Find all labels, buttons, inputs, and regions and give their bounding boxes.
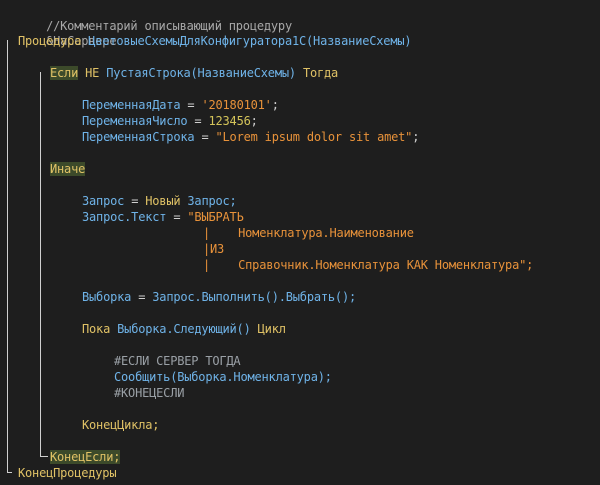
end-if-keyword: КонецЕсли; xyxy=(50,450,121,464)
end-loop-keyword: КонецЦикла; xyxy=(82,418,160,432)
query-string: |ИЗ xyxy=(203,242,225,256)
variable-name: Запрос xyxy=(82,194,125,208)
variable-name: ПеременнаяСтрока xyxy=(82,130,195,144)
while-keyword: Пока xyxy=(82,322,111,336)
variable-name: ПеременнаяДата xyxy=(82,98,181,112)
code-line: Запрос = Новый Запрос; xyxy=(82,193,237,209)
code-line: | Номенклатура.Наименование xyxy=(203,225,414,241)
if-keyword: Если xyxy=(50,66,79,80)
code-line: |ИЗ xyxy=(203,241,224,257)
code-line: Запрос.Текст = "ВЫБРАТЬ xyxy=(82,209,244,225)
function-name: ПустаяСтрока xyxy=(106,66,191,80)
property-access: Запрос.Текст xyxy=(82,210,167,224)
number-literal: 123456 xyxy=(208,114,251,128)
fold-guide-line xyxy=(7,40,8,473)
assign-operator: = xyxy=(173,210,181,224)
query-string: | Номенклатура.Наименование xyxy=(203,226,414,240)
else-keyword: Иначе xyxy=(50,162,86,176)
query-string: "ВЫБРАТЬ xyxy=(187,210,244,224)
code-line: Если НЕ ПустаяСтрока(НазваниеСхемы) Тогд… xyxy=(50,65,338,81)
fold-guide-line xyxy=(40,72,41,457)
method-call: Запрос.Выполнить().Выбрать(); xyxy=(152,290,356,304)
fold-guide-end xyxy=(7,472,12,473)
not-keyword: НЕ xyxy=(85,66,100,80)
semicolon: ; xyxy=(412,130,420,144)
new-keyword: Новый xyxy=(145,194,181,208)
assign-operator: = xyxy=(131,194,139,208)
code-line: ПеременнаяСтрока = "Lorem ipsum dolor si… xyxy=(82,129,419,145)
code-line: Выборка = Запрос.Выполнить().Выбрать(); xyxy=(82,289,356,305)
code-line: #КОНЕЦЕСЛИ xyxy=(114,385,184,401)
assign-operator: = xyxy=(138,290,146,304)
code-line: Иначе xyxy=(50,161,85,177)
end-procedure-keyword: КонецПроцедуры xyxy=(18,466,117,480)
code-line: Процедура ЦветовыеСхемыДляКонфигуратора1… xyxy=(18,33,412,49)
code-editor[interactable]: //Комментарий описывающий процедуру &НаС… xyxy=(0,0,600,485)
procedure-name: ЦветовыеСхемыДляКонфигуратора1С xyxy=(88,34,307,48)
assign-operator: = xyxy=(187,98,195,112)
assign-operator: = xyxy=(194,114,202,128)
fold-guide-end xyxy=(40,456,48,457)
preprocessor-directive: #КОНЕЦЕСЛИ xyxy=(114,386,185,400)
preprocessor-directive: #ЕСЛИ СЕРВЕР ТОГДА xyxy=(114,354,241,368)
code-line: #ЕСЛИ СЕРВЕР ТОГДА xyxy=(114,353,241,369)
code-line: //Комментарий описывающий процедуру xyxy=(18,2,292,33)
procedure-params: (НазваниеСхемы) xyxy=(306,34,412,48)
code-line: Сообщить(Выборка.Номенклатура); xyxy=(114,369,332,385)
code-line: &НаСервере xyxy=(18,17,116,48)
string-literal: "Lorem ipsum dolor sit amet" xyxy=(215,130,413,144)
loop-condition: Выборка.Следующий() xyxy=(117,322,251,336)
code-line: ПеременнаяДата = '20180101'; xyxy=(82,97,279,113)
semicolon: ; xyxy=(271,98,279,112)
type-name: Запрос; xyxy=(187,194,237,208)
then-keyword: Тогда xyxy=(302,66,339,80)
function-args: (НазваниеСхемы) xyxy=(190,66,297,80)
date-literal: '20180101' xyxy=(201,98,272,112)
code-line: ПеременнаяЧисло = 123456; xyxy=(82,113,258,129)
assign-operator: = xyxy=(201,130,209,144)
variable-name: ПеременнаяЧисло xyxy=(82,114,188,128)
code-line: КонецПроцедуры xyxy=(18,465,117,481)
method-call: Сообщить(Выборка.Номенклатура); xyxy=(114,370,332,384)
loop-keyword: Цикл xyxy=(257,322,286,336)
code-line: КонецЕсли; xyxy=(50,449,120,465)
code-line: | Справочник.Номенклатура КАК Номенклату… xyxy=(203,257,533,273)
procedure-keyword: Процедура xyxy=(18,34,82,48)
semicolon: ; xyxy=(250,114,258,128)
query-string: | Справочник.Номенклатура КАК Номенклату… xyxy=(203,258,534,272)
code-line: КонецЦикла; xyxy=(82,417,159,433)
variable-name: Выборка xyxy=(82,290,132,304)
code-line: Пока Выборка.Следующий() Цикл xyxy=(82,321,286,337)
